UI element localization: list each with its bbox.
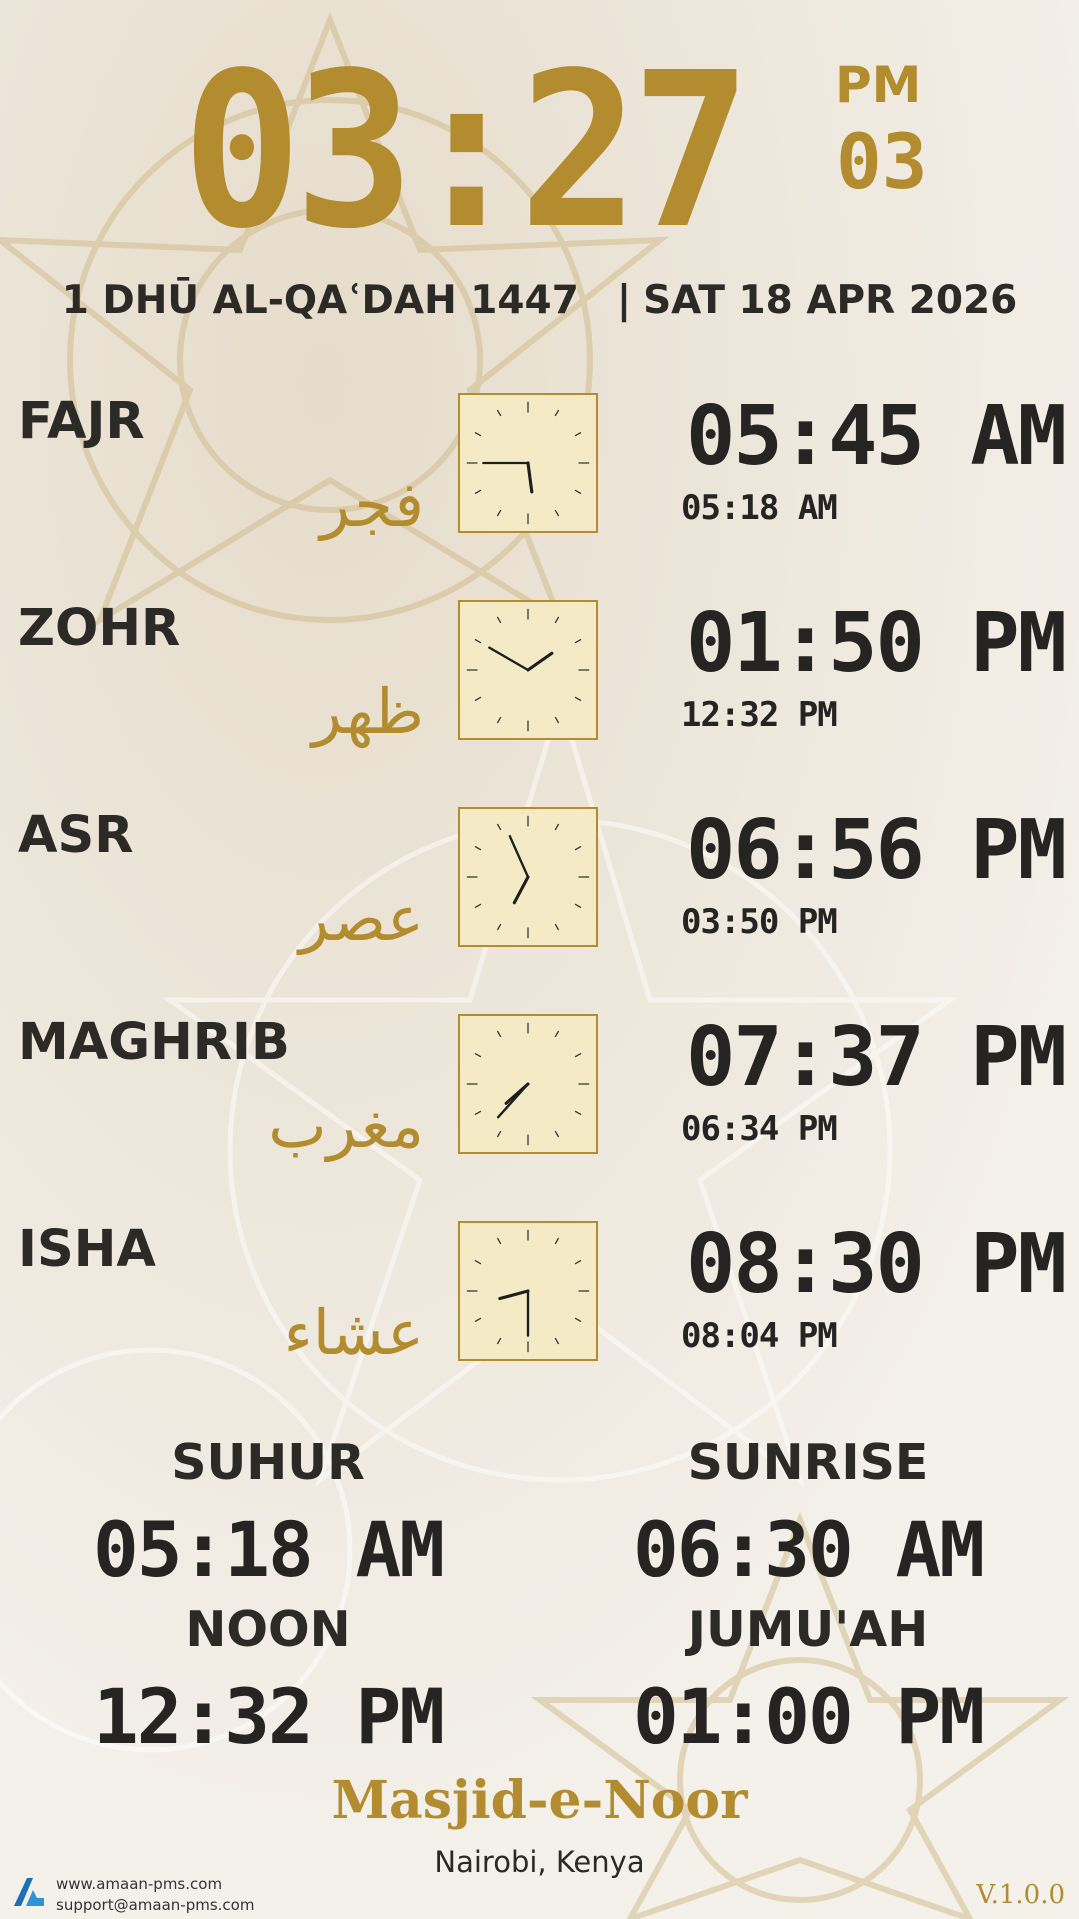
suhur-label: SUHUR xyxy=(171,1434,365,1491)
clock-tick xyxy=(554,1237,560,1245)
clock-minute-hand xyxy=(488,646,530,672)
prayer-name-maghrib: MAGHRIB xyxy=(18,1013,290,1072)
clock-tick xyxy=(496,1130,502,1138)
clock-tick xyxy=(496,616,502,624)
clock-tick xyxy=(574,903,582,909)
support-email[interactable]: support@amaan-pms.com xyxy=(56,1895,254,1916)
clock-tick xyxy=(496,716,502,724)
masjid-name: Masjid-e-Noor xyxy=(331,1770,748,1831)
clock-tick xyxy=(474,1259,482,1265)
analog-clock-icon xyxy=(458,393,598,533)
clock-tick xyxy=(554,823,560,831)
date-row: 1 DHŪ AL-QAʿDAH 1447 | SAT 18 APR 2026 xyxy=(0,278,1079,323)
adhan-time-fajr: 05:18 AM xyxy=(681,488,838,528)
clock-tick xyxy=(554,509,560,517)
clock-tick xyxy=(554,923,560,931)
clock-tick xyxy=(496,823,502,831)
prayer-name-fajr: FAJR xyxy=(18,392,145,451)
clock-tick xyxy=(554,409,560,417)
analog-clock-icon xyxy=(458,807,598,947)
analog-clock-face-fajr xyxy=(466,401,590,525)
clock-tick xyxy=(574,1110,582,1116)
analog-clock-face-maghrib xyxy=(466,1022,590,1146)
clock-tick xyxy=(496,509,502,517)
clock-tick xyxy=(496,923,502,931)
gregorian-date: SAT 18 APR 2026 xyxy=(643,278,1018,323)
amaan-logo-icon xyxy=(14,1878,44,1906)
clock-tick xyxy=(574,431,582,437)
date-separator: | xyxy=(616,278,632,323)
clock-hour-hand xyxy=(512,875,530,905)
clock-hour-hand xyxy=(526,651,554,672)
clock-tick xyxy=(496,1337,502,1345)
jumuah-label: JUMU'AH xyxy=(687,1601,929,1658)
iqamah-time-fajr: 05:45 AM xyxy=(686,389,1067,484)
adhan-time-isha: 08:04 PM xyxy=(681,1316,838,1356)
clock-tick xyxy=(554,1337,560,1345)
clock-tick xyxy=(496,1030,502,1038)
clock-tick xyxy=(574,696,582,702)
prayer-arabic-isha: عشاء xyxy=(283,1296,424,1369)
clock-tick xyxy=(474,1052,482,1058)
prayer-name-zohr: ZOHR xyxy=(18,599,181,658)
iqamah-time-asr: 06:56 PM xyxy=(686,803,1067,898)
clock-tick xyxy=(554,1030,560,1038)
iqamah-time-zohr: 01:50 PM xyxy=(686,596,1067,691)
prayer-arabic-zohr: ظهر xyxy=(311,675,424,748)
adhan-time-maghrib: 06:34 PM xyxy=(681,1109,838,1149)
analog-clock-icon xyxy=(458,600,598,740)
clock-tick xyxy=(474,431,482,437)
prayer-arabic-fajr: فجر xyxy=(320,468,424,541)
clock-tick xyxy=(474,1110,482,1116)
clock-tick xyxy=(574,845,582,851)
analog-clock-face-zohr xyxy=(466,608,590,732)
clock-tick xyxy=(474,489,482,495)
clock-tick xyxy=(474,903,482,909)
analog-clock-face-isha xyxy=(466,1229,590,1353)
clock-tick xyxy=(474,845,482,851)
sunrise-label: SUNRISE xyxy=(687,1434,929,1491)
clock-tick xyxy=(554,716,560,724)
current-seconds: 03 xyxy=(836,117,928,206)
sunrise-time: 06:30 AM xyxy=(632,1505,985,1594)
clock-tick xyxy=(574,638,582,644)
clock-tick xyxy=(496,1237,502,1245)
clock-tick xyxy=(574,1259,582,1265)
clock-hour-hand xyxy=(526,461,534,494)
current-time: 03:27 xyxy=(182,27,751,276)
noon-label: NOON xyxy=(185,1601,351,1658)
clock-minute-hand xyxy=(508,835,530,879)
analog-clock-icon xyxy=(458,1221,598,1361)
analog-clock-icon xyxy=(458,1014,598,1154)
iqamah-time-isha: 08:30 PM xyxy=(686,1217,1067,1312)
noon-time: 12:32 PM xyxy=(92,1672,445,1761)
clock-tick xyxy=(574,1317,582,1323)
clock-tick xyxy=(554,616,560,624)
clock-tick xyxy=(574,489,582,495)
analog-clock-face-asr xyxy=(466,815,590,939)
prayer-arabic-maghrib: مغرب xyxy=(268,1089,424,1162)
version-label: V.1.0.0 xyxy=(976,1880,1065,1910)
prayer-name-asr: ASR xyxy=(18,806,134,865)
clock-tick xyxy=(474,638,482,644)
adhan-time-asr: 03:50 PM xyxy=(681,902,838,942)
prayer-arabic-asr: عصر xyxy=(299,882,424,955)
current-period: PM xyxy=(835,56,922,114)
clock-tick xyxy=(496,409,502,417)
website-link[interactable]: www.amaan-pms.com xyxy=(56,1874,254,1895)
adhan-time-zohr: 12:32 PM xyxy=(681,695,838,735)
footer-contact: www.amaan-pms.com support@amaan-pms.com xyxy=(56,1874,254,1916)
clock-tick xyxy=(554,1130,560,1138)
hijri-date: 1 DHŪ AL-QAʿDAH 1447 xyxy=(61,278,579,323)
clock-tick xyxy=(474,696,482,702)
suhur-time: 05:18 AM xyxy=(92,1505,445,1594)
clock-minute-hand xyxy=(496,1082,530,1119)
clock-tick xyxy=(574,1052,582,1058)
iqamah-time-maghrib: 07:37 PM xyxy=(686,1010,1067,1105)
jumuah-time: 01:00 PM xyxy=(632,1672,985,1761)
clock-hour-hand xyxy=(498,1289,530,1301)
prayer-name-isha: ISHA xyxy=(18,1220,156,1279)
clock-tick xyxy=(474,1317,482,1323)
